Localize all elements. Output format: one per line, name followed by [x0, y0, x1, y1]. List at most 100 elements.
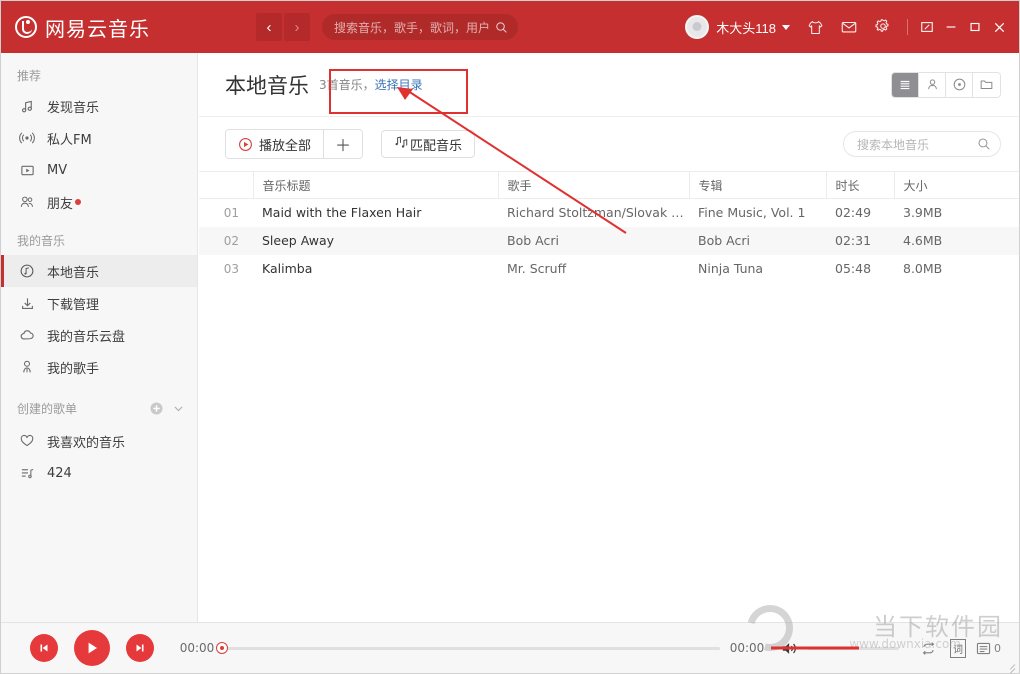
- app-logo[interactable]: 网易云音乐: [15, 13, 150, 42]
- close-button[interactable]: [987, 12, 1011, 42]
- play-pause-button[interactable]: [74, 630, 110, 666]
- col-header-index[interactable]: [199, 172, 253, 199]
- cloud-icon: [17, 327, 37, 344]
- row-index: 01: [199, 199, 253, 227]
- music-note-icon: [17, 99, 37, 114]
- volume-control[interactable]: [780, 639, 899, 658]
- tshirt-skin-icon: [807, 19, 824, 36]
- person-icon: [925, 77, 940, 92]
- username-label: 木大头118: [716, 18, 776, 37]
- maximize-button[interactable]: [963, 12, 987, 42]
- col-header-title[interactable]: 音乐标题: [253, 172, 498, 199]
- sidebar-item-discover[interactable]: 发现音乐: [1, 90, 197, 122]
- sidebar-group-label: 创建的歌单: [17, 400, 77, 417]
- settings-button[interactable]: [866, 10, 900, 44]
- sidebar-item-label: 发现音乐: [47, 97, 99, 116]
- chevron-down-icon[interactable]: [167, 397, 189, 419]
- song-count-label: 3首音乐，: [319, 78, 375, 92]
- mini-mode-icon: [920, 20, 934, 34]
- sidebar-item-personal-fm[interactable]: 私人FM: [1, 122, 197, 154]
- row-size: 8.0MB: [894, 255, 1019, 283]
- sidebar-item-label: 424: [47, 466, 72, 481]
- search-icon: [495, 21, 508, 34]
- lyrics-label: 词: [950, 639, 966, 658]
- sidebar-item-mv[interactable]: MV: [1, 154, 197, 186]
- row-index: 02: [199, 227, 253, 255]
- row-duration: 02:49: [826, 199, 894, 227]
- play-circle-icon: [238, 137, 253, 152]
- chevron-down-icon: [782, 25, 790, 30]
- col-header-size[interactable]: 大小: [894, 172, 1019, 199]
- add-music-button[interactable]: ＋: [324, 130, 362, 158]
- mini-mode-button[interactable]: [915, 12, 939, 42]
- row-title: Sleep Away: [253, 227, 498, 255]
- choose-directory-link[interactable]: 选择目录: [375, 78, 423, 92]
- sidebar-group-title-playlists: 创建的歌单: [1, 383, 197, 425]
- search-icon: [977, 137, 991, 151]
- sidebar-item-label: 私人FM: [47, 129, 92, 148]
- nav-back-button[interactable]: ‹: [256, 13, 282, 41]
- view-mode-switcher: [891, 72, 1001, 98]
- sidebar-item-label: 我喜欢的音乐: [47, 432, 125, 451]
- album-view-button[interactable]: [946, 73, 973, 97]
- user-menu[interactable]: 木大头118: [685, 15, 790, 39]
- progress-handle[interactable]: [216, 642, 228, 654]
- match-music-button[interactable]: 匹配音乐: [381, 130, 475, 158]
- singer-icon: [17, 359, 37, 375]
- sidebar-item-my-singers[interactable]: 我的歌手: [1, 351, 197, 383]
- sidebar: 推荐 发现音乐 私人FM: [1, 53, 198, 623]
- match-music-label: 匹配音乐: [410, 135, 462, 154]
- title-bar: 网易云音乐 ‹ › 搜索音乐，歌手，歌词，用户 木大头118: [1, 1, 1019, 53]
- notification-badge-dot: [75, 199, 81, 205]
- radio-fm-icon: [17, 130, 37, 146]
- global-search-placeholder: 搜索音乐，歌手，歌词，用户: [334, 19, 495, 36]
- play-all-group: 播放全部 ＋: [225, 129, 363, 159]
- list-view-button[interactable]: [892, 73, 919, 97]
- playlist-queue-button[interactable]: 0: [973, 633, 1003, 663]
- table-row[interactable]: 02 Sleep Away Bob Acri Bob Acri 02:31 4.…: [199, 227, 1019, 255]
- folder-icon: [979, 77, 994, 92]
- resize-grip[interactable]: [1003, 658, 1015, 670]
- play-all-button[interactable]: 播放全部: [226, 130, 324, 158]
- table-row[interactable]: 01 Maid with the Flaxen Hair Richard Sto…: [199, 199, 1019, 227]
- previous-track-button[interactable]: [30, 634, 58, 662]
- nav-buttons: ‹ ›: [256, 13, 310, 41]
- col-header-artist[interactable]: 歌手: [498, 172, 689, 199]
- local-search-input[interactable]: 搜索本地音乐: [843, 131, 1001, 157]
- app-name: 网易云音乐: [45, 13, 150, 42]
- skin-button[interactable]: [798, 10, 832, 44]
- row-index: 03: [199, 255, 253, 283]
- lyrics-button[interactable]: 词: [943, 633, 973, 663]
- col-header-album[interactable]: 专辑: [689, 172, 826, 199]
- table-row[interactable]: 03 Kalimba Mr. Scruff Ninja Tuna 05:48 8…: [199, 255, 1019, 283]
- progress-slider[interactable]: [224, 647, 720, 650]
- sidebar-item-friends[interactable]: 朋友: [1, 186, 197, 218]
- main-content: 本地音乐 3首音乐，选择目录: [199, 53, 1019, 623]
- repeat-loop-button[interactable]: [913, 633, 943, 663]
- mail-button[interactable]: [832, 10, 866, 44]
- nav-forward-button[interactable]: ›: [284, 13, 310, 41]
- global-search-input[interactable]: 搜索音乐，歌手，歌词，用户: [322, 14, 518, 40]
- video-play-icon: [17, 163, 37, 178]
- sidebar-item-playlist-424[interactable]: 424: [1, 457, 197, 489]
- sidebar-item-label: 我的歌手: [47, 358, 99, 377]
- next-track-button[interactable]: [126, 634, 154, 662]
- netease-cloud-music-window: 网易云音乐 ‹ › 搜索音乐，歌手，歌词，用户 木大头118: [0, 0, 1020, 674]
- envelope-mail-icon: [840, 18, 858, 36]
- sidebar-item-favorite-music[interactable]: 我喜欢的音乐: [1, 425, 197, 457]
- playlist-icon: [17, 466, 37, 481]
- plus-circle-icon[interactable]: [145, 397, 167, 419]
- match-notes-icon: [394, 135, 410, 153]
- player-modes: 词 0: [913, 633, 1003, 663]
- sidebar-item-cloud-disk[interactable]: 我的音乐云盘: [1, 319, 197, 351]
- friends-icon: [17, 194, 37, 210]
- disc-local-music-icon: [17, 263, 37, 279]
- netease-cloud-music-logo-icon: [15, 16, 37, 38]
- artist-view-button[interactable]: [919, 73, 946, 97]
- folder-view-button[interactable]: [973, 73, 1000, 97]
- sidebar-item-download-manager[interactable]: 下载管理: [1, 287, 197, 319]
- sidebar-item-local-music[interactable]: 本地音乐: [1, 255, 197, 287]
- volume-slider[interactable]: [807, 647, 899, 650]
- minimize-button[interactable]: [939, 12, 963, 42]
- col-header-duration[interactable]: 时长: [826, 172, 894, 199]
